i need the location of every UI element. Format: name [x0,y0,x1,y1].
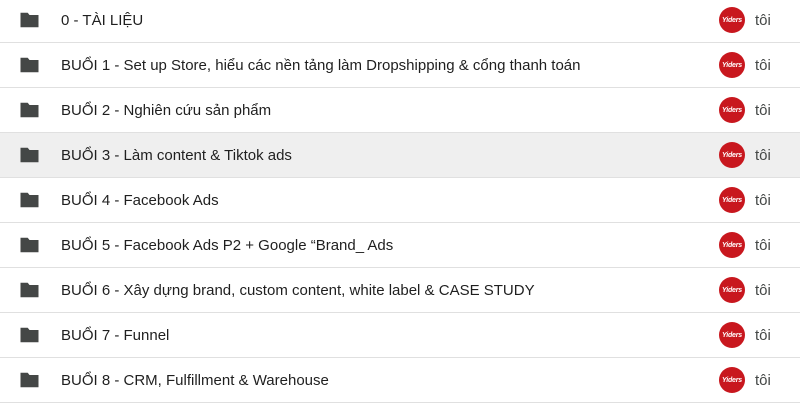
owner-avatar: Yiders [719,142,745,168]
file-row-2[interactable]: BUỔI 2 - Nghiên cứu sản phẩm Yiders tôi [0,88,800,133]
owner-avatar: Yiders [719,97,745,123]
file-row-3[interactable]: BUỔI 3 - Làm content & Tiktok ads Yiders… [0,133,800,178]
folder-icon [20,147,39,163]
file-row-1[interactable]: BUỔI 1 - Set up Store, hiểu các nền tảng… [0,43,800,88]
owner-cell: Yiders tôi [719,232,771,258]
file-list: 0 - TÀI LIỆU Yiders tôi BUỔI 1 - Set up … [0,0,800,413]
owner-cell: Yiders tôi [719,322,771,348]
owner-avatar: Yiders [719,322,745,348]
owner-cell: Yiders tôi [719,7,771,33]
owner-cell: Yiders tôi [719,187,771,213]
file-name: BUỔI 2 - Nghiên cứu sản phẩm [61,101,272,119]
folder-icon [20,282,39,298]
owner-label: tôi [755,56,771,74]
file-row-5[interactable]: BUỔI 5 - Facebook Ads P2 + Google “Brand… [0,223,800,268]
owner-label: tôi [755,326,771,344]
owner-label: tôi [755,101,771,119]
owner-avatar: Yiders [719,7,745,33]
file-name: BUỔI 5 - Facebook Ads P2 + Google “Brand… [61,236,394,254]
owner-avatar: Yiders [719,367,745,393]
owner-avatar: Yiders [719,187,745,213]
file-name: 0 - TÀI LIỆU [61,11,144,29]
file-row-6[interactable]: BUỔI 6 - Xây dựng brand, custom content,… [0,268,800,313]
folder-icon [20,372,39,388]
owner-label: tôi [755,371,771,389]
file-name: BUỔI 8 - CRM, Fulfillment & Warehouse [61,371,329,389]
folder-icon [20,57,39,73]
owner-cell: Yiders tôi [719,367,771,393]
file-name: BUỔI 3 - Làm content & Tiktok ads [61,146,292,164]
folder-icon [20,237,39,253]
owner-label: tôi [755,11,771,29]
file-name: BUỔI 4 - Facebook Ads [61,191,219,209]
owner-cell: Yiders tôi [719,52,771,78]
owner-cell: Yiders tôi [719,142,771,168]
owner-label: tôi [755,236,771,254]
owner-label: tôi [755,146,771,164]
file-row-7[interactable]: BUỔI 7 - Funnel Yiders tôi [0,313,800,358]
file-row-4[interactable]: BUỔI 4 - Facebook Ads Yiders tôi [0,178,800,223]
file-name: BUỔI 1 - Set up Store, hiểu các nền tảng… [61,56,581,74]
owner-avatar: Yiders [719,277,745,303]
folder-icon [20,192,39,208]
folder-icon [20,102,39,118]
file-name: BUỔI 7 - Funnel [61,326,170,344]
file-name: BUỔI 6 - Xây dựng brand, custom content,… [61,281,535,299]
owner-avatar: Yiders [719,232,745,258]
folder-icon [20,12,39,28]
folder-icon [20,327,39,343]
owner-avatar: Yiders [719,52,745,78]
owner-label: tôi [755,191,771,209]
owner-cell: Yiders tôi [719,97,771,123]
file-row-0[interactable]: 0 - TÀI LIỆU Yiders tôi [0,0,800,43]
owner-cell: Yiders tôi [719,277,771,303]
file-row-8[interactable]: BUỔI 8 - CRM, Fulfillment & Warehouse Yi… [0,358,800,403]
owner-label: tôi [755,281,771,299]
